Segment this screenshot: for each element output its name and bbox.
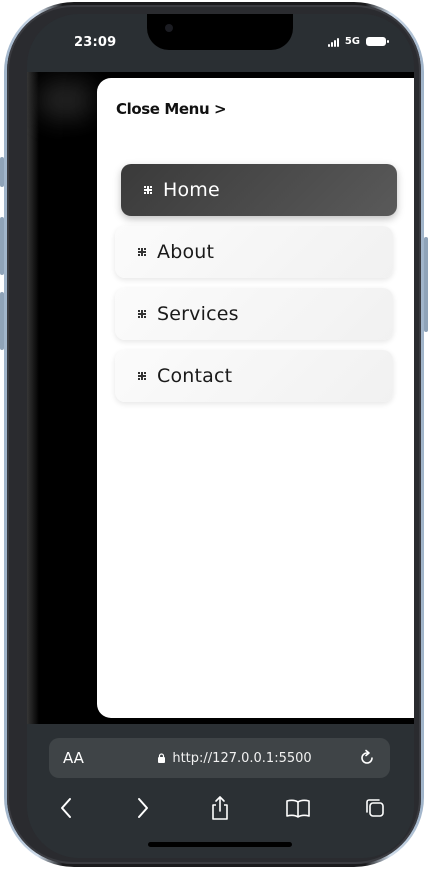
tabs-icon <box>366 799 385 817</box>
book-icon <box>286 799 310 818</box>
volume-down-button <box>0 292 4 350</box>
reader-aa-button[interactable]: AA <box>63 749 119 767</box>
address-bar[interactable]: AA http://127.0.0.1:5500 <box>49 738 390 778</box>
blurred-page-edge <box>27 72 39 724</box>
tabs-button[interactable] <box>353 786 397 830</box>
menu-item-label: Home <box>163 179 220 201</box>
lock-icon <box>158 753 166 763</box>
phone-screen: 23:09 5G Close Menu > Home About Service… <box>27 14 414 858</box>
back-button[interactable] <box>44 786 88 830</box>
phone-frame: 23:09 5G Close Menu > Home About Service… <box>0 2 428 867</box>
close-menu-button[interactable]: Close Menu > <box>116 100 227 118</box>
forward-button[interactable] <box>121 786 165 830</box>
menu-item-label: About <box>157 241 215 263</box>
grid-icon <box>138 310 146 318</box>
bookmarks-button[interactable] <box>276 786 320 830</box>
menu-list: Home About Services Contact <box>115 164 397 412</box>
home-indicator[interactable] <box>148 842 292 847</box>
mute-switch <box>0 157 4 187</box>
browser-bar: AA http://127.0.0.1:5500 <box>27 724 414 858</box>
notch <box>147 14 293 50</box>
browser-toolbar <box>27 786 414 830</box>
reload-icon[interactable] <box>358 749 376 767</box>
front-camera <box>165 24 173 32</box>
grid-icon <box>138 248 146 256</box>
volume-up-button <box>0 217 4 275</box>
status-indicators: 5G <box>327 36 389 47</box>
chevron-right-icon <box>138 798 149 818</box>
grid-icon <box>138 372 146 380</box>
url-text: http://127.0.0.1:5500 <box>172 750 312 766</box>
menu-item-contact[interactable]: Contact <box>115 350 393 402</box>
blurred-page-content <box>37 80 97 120</box>
status-bar: 23:09 5G <box>27 14 414 72</box>
network-label: 5G <box>344 36 360 47</box>
signal-icon <box>327 37 339 47</box>
power-button <box>424 237 428 332</box>
share-button[interactable] <box>198 786 242 830</box>
menu-item-label: Contact <box>157 365 233 387</box>
side-menu-panel: Close Menu > Home About Services Contact <box>97 78 414 718</box>
web-content: Close Menu > Home About Services Contact <box>27 72 414 724</box>
grid-icon <box>144 186 152 194</box>
battery-icon <box>366 37 389 46</box>
chevron-left-icon <box>60 798 71 818</box>
menu-item-services[interactable]: Services <box>115 288 393 340</box>
menu-item-about[interactable]: About <box>115 226 393 278</box>
url-display[interactable]: http://127.0.0.1:5500 <box>119 751 350 766</box>
status-time: 23:09 <box>74 35 117 50</box>
menu-item-home[interactable]: Home <box>121 164 397 216</box>
menu-item-label: Services <box>157 303 239 325</box>
share-icon <box>212 796 229 820</box>
